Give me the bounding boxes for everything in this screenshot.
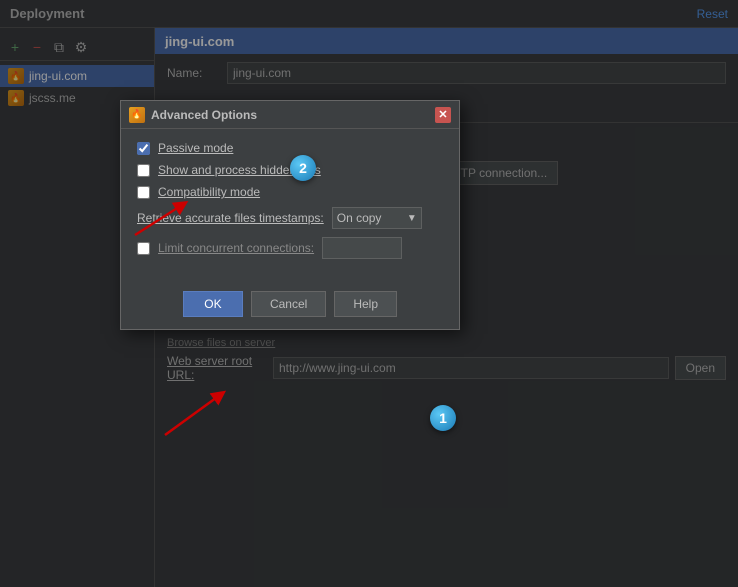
compat-mode-label: Compatibility mode	[158, 185, 260, 199]
limit-checkbox[interactable]	[137, 242, 150, 255]
timestamp-arrow-icon: ▼	[407, 213, 417, 224]
modal-title-text: Advanced Options	[151, 108, 429, 122]
timestamp-dropdown[interactable]: On copy ▼	[332, 207, 422, 229]
help-button[interactable]: Help	[334, 291, 397, 317]
modal-footer: OK Cancel Help	[121, 283, 459, 329]
arrow-2-icon	[160, 390, 230, 440]
passive-mode-row: Passive mode	[137, 141, 443, 155]
badge-2: 2	[290, 155, 316, 181]
ok-button[interactable]: OK	[183, 291, 243, 317]
timestamp-value: On copy	[337, 211, 403, 225]
modal-titlebar: 🔥 Advanced Options ✕	[121, 101, 459, 129]
modal-close-button[interactable]: ✕	[435, 107, 451, 123]
limit-label: Limit concurrent connections:	[158, 241, 314, 255]
modal-title-icon: 🔥	[129, 107, 145, 123]
compat-mode-row: Compatibility mode	[137, 185, 443, 199]
arrow-1-icon	[130, 200, 190, 240]
limit-row: Limit concurrent connections:	[137, 237, 443, 259]
limit-input[interactable]	[322, 237, 402, 259]
show-hidden-checkbox[interactable]	[137, 164, 150, 177]
compat-mode-checkbox[interactable]	[137, 186, 150, 199]
passive-mode-label: Passive mode	[158, 141, 233, 155]
cancel-button[interactable]: Cancel	[251, 291, 326, 317]
modal-overlay: 🔥 Advanced Options ✕ Passive mode Show a…	[0, 0, 738, 587]
badge-1: 1	[430, 405, 456, 431]
passive-mode-checkbox[interactable]	[137, 142, 150, 155]
